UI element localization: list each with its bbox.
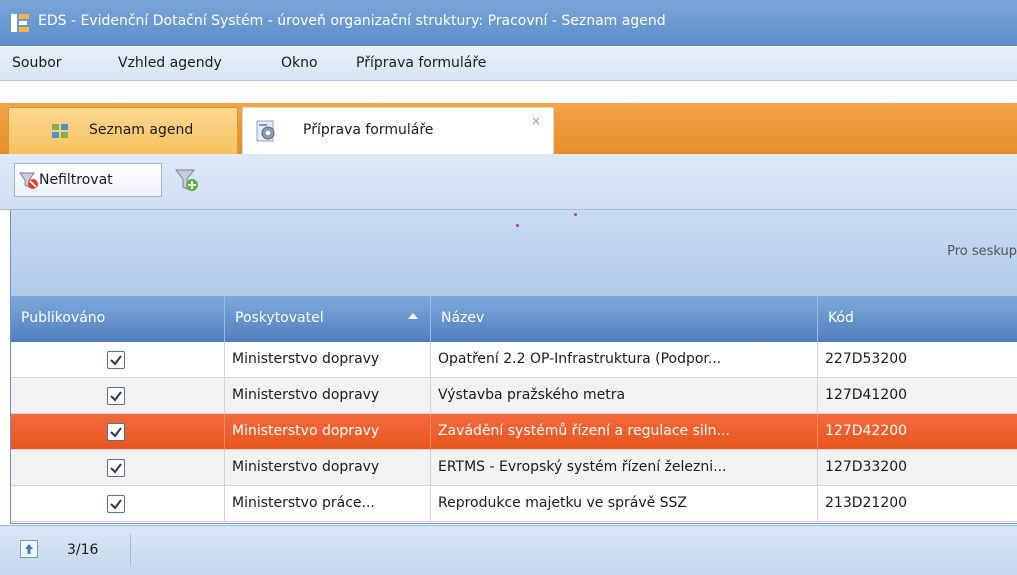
provider-cell: Ministerstvo dopravy [225, 450, 431, 486]
published-cell [11, 342, 225, 378]
name-cell: Zavádění systémů řízení a regulace siln.… [431, 414, 818, 450]
group-by-hint: Pro seskup [947, 244, 1017, 259]
decor-dot [516, 224, 519, 227]
published-cell [11, 378, 225, 414]
published-checkbox[interactable] [107, 495, 125, 513]
name-cell: Výstavba pražského metra [431, 378, 818, 414]
menu-item-priprava-formulare[interactable]: Příprava formuláře [356, 55, 486, 71]
menu-item-okno[interactable]: Okno [281, 55, 318, 71]
column-header-publikovano[interactable]: Publikováno [11, 296, 225, 342]
published-checkbox[interactable] [107, 387, 125, 405]
published-checkbox[interactable] [107, 351, 125, 369]
column-header-label: Publikováno [21, 310, 106, 326]
status-bar: 3/16 [0, 525, 1017, 575]
window-title: EDS - Evidenční Dotační Systém - úroveň … [38, 13, 666, 29]
column-header-label: Název [441, 310, 485, 326]
code-cell: 213D21200 [818, 486, 1017, 522]
document-tab-strip: Seznam agend Příprava formuláře × [0, 103, 1017, 154]
menu-item-soubor[interactable]: Soubor [12, 55, 62, 71]
published-checkbox[interactable] [107, 423, 125, 441]
table-row[interactable]: Ministerstvo práce... Reprodukce majetku… [11, 486, 1017, 522]
menu-item-vzhled-agendy[interactable]: Vzhled agendy [118, 55, 222, 71]
column-header-kod[interactable]: Kód [818, 296, 1017, 342]
record-position: 3/16 [67, 542, 99, 558]
published-cell [11, 450, 225, 486]
filter-add-icon[interactable] [172, 165, 202, 195]
filter-toolbar: Nefiltrovat [0, 154, 1017, 210]
no-filter-button[interactable]: Nefiltrovat [14, 163, 162, 197]
code-cell: 127D41200 [818, 378, 1017, 414]
decor-dot [574, 213, 577, 216]
provider-cell: Ministerstvo dopravy [225, 414, 431, 450]
menu-bar: Soubor Vzhled agendy Okno Příprava formu… [0, 47, 1017, 81]
table-row[interactable]: Ministerstvo dopravy Opatření 2.2 OP-Inf… [11, 342, 1017, 378]
tab-label: Seznam agend [89, 122, 194, 138]
tab-seznam-agend[interactable]: Seznam agend [8, 107, 238, 154]
provider-cell: Ministerstvo dopravy [225, 342, 431, 378]
pin-icon[interactable] [20, 540, 38, 558]
table-row-selected[interactable]: Ministerstvo dopravy Zavádění systémů ří… [11, 414, 1017, 450]
column-header-poskytovatel[interactable]: Poskytovatel [225, 296, 431, 342]
published-cell [11, 486, 225, 522]
code-cell: 227D53200 [818, 342, 1017, 378]
name-cell: ERTMS - Evropský systém řízení železni..… [431, 450, 818, 486]
code-cell: 127D42200 [818, 414, 1017, 450]
provider-cell: Ministerstvo dopravy [225, 378, 431, 414]
status-separator [130, 534, 131, 566]
filter-off-icon [19, 172, 38, 189]
agenda-grid: Publikováno Poskytovatel Název Kód Minis… [10, 296, 1017, 524]
table-row[interactable]: Ministerstvo dopravy Výstavba pražského … [11, 378, 1017, 414]
tab-priprava-formulare[interactable]: Příprava formuláře × [242, 107, 554, 154]
no-filter-label: Nefiltrovat [39, 172, 113, 188]
grid-icon [52, 124, 68, 138]
code-cell: 127D33200 [818, 450, 1017, 486]
grid-header: Publikováno Poskytovatel Název Kód [11, 296, 1017, 342]
table-row[interactable]: Ministerstvo dopravy ERTMS - Evropský sy… [11, 450, 1017, 486]
app-logo-icon [11, 14, 29, 32]
tab-label: Příprava formuláře [303, 122, 434, 138]
close-icon[interactable]: × [531, 114, 541, 128]
column-header-label: Poskytovatel [235, 310, 324, 326]
name-cell: Reprodukce majetku ve správě SSZ [431, 486, 818, 522]
provider-cell: Ministerstvo práce... [225, 486, 431, 522]
column-header-nazev[interactable]: Název [431, 296, 818, 342]
group-by-panel[interactable]: Pro seskup [10, 210, 1017, 296]
title-bar: EDS - Evidenční Dotační Systém - úroveň … [0, 0, 1017, 46]
published-cell [11, 414, 225, 450]
published-checkbox[interactable] [107, 459, 125, 477]
column-header-label: Kód [828, 310, 854, 326]
gear-icon [256, 120, 275, 142]
name-cell: Opatření 2.2 OP-Infrastruktura (Podpor..… [431, 342, 818, 378]
sort-ascending-icon [408, 313, 418, 319]
